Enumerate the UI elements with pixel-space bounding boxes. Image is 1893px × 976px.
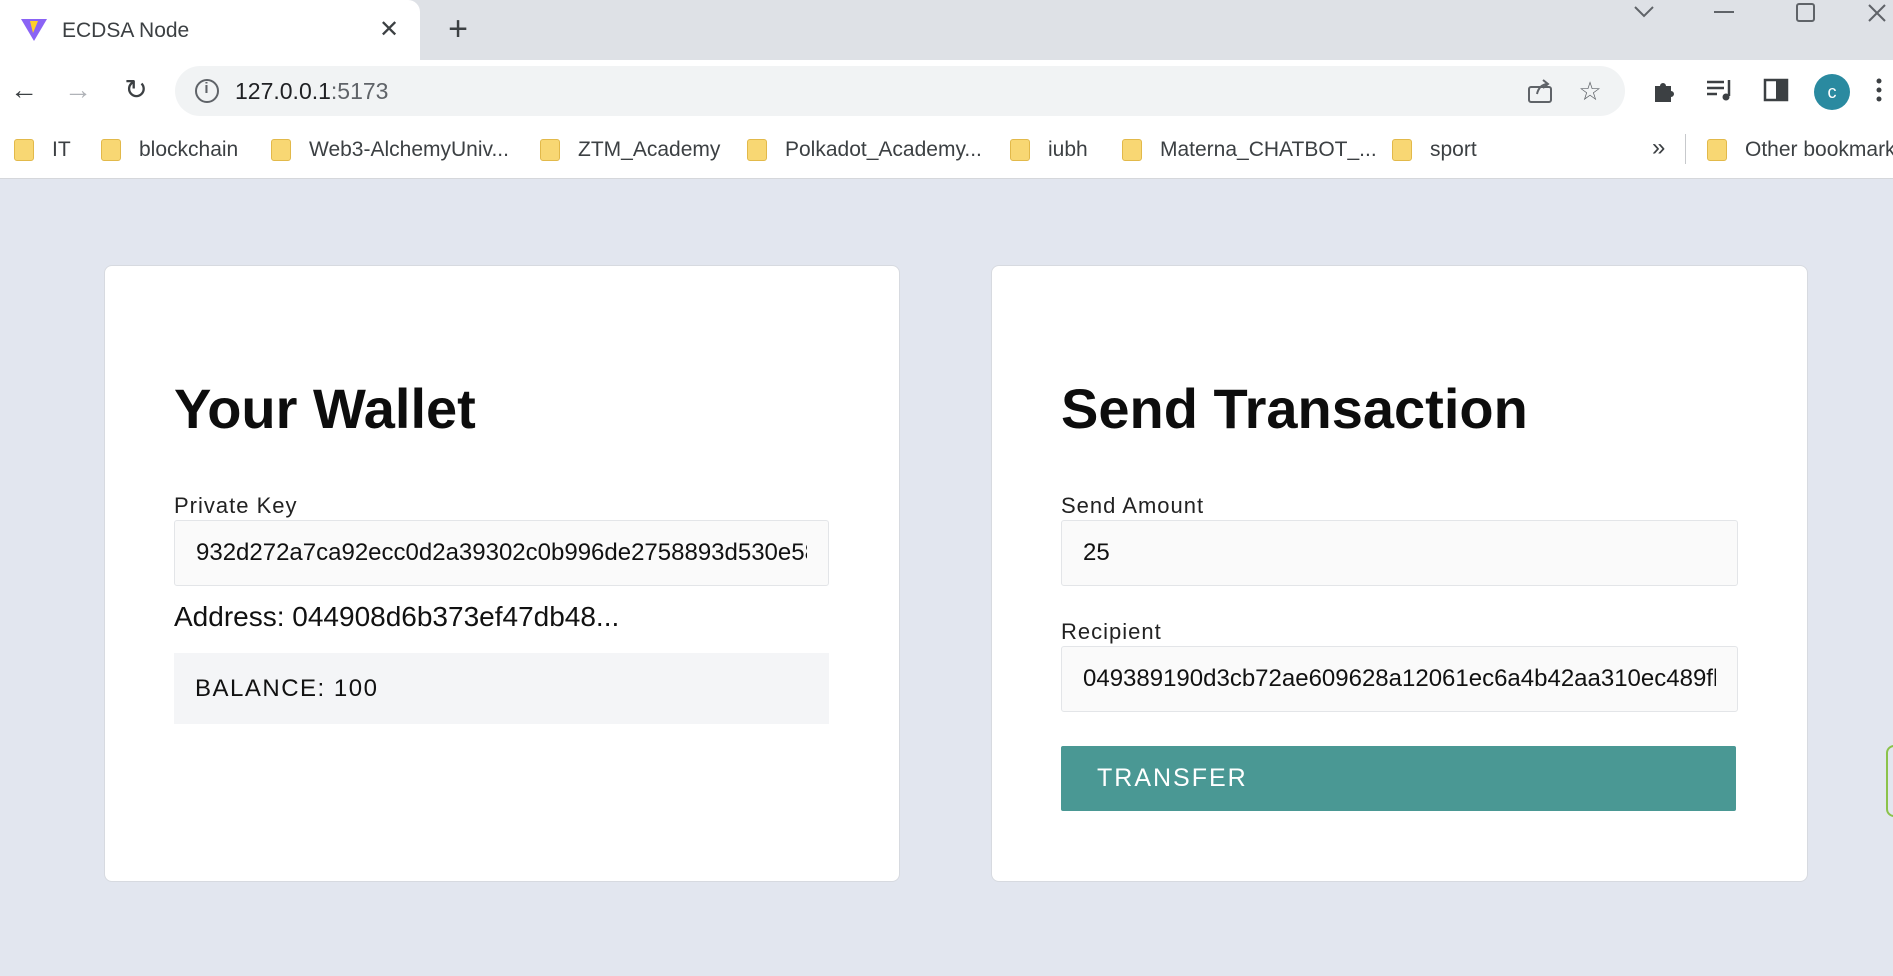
minimize-icon[interactable] bbox=[1712, 2, 1736, 22]
folder-icon bbox=[1707, 139, 1727, 161]
bookmark-folder[interactable]: blockchain bbox=[101, 136, 238, 164]
more-bookmarks-button[interactable]: » bbox=[1652, 134, 1665, 162]
bookmark-folder[interactable]: ZTM_Academy bbox=[540, 136, 720, 164]
folder-icon bbox=[1392, 139, 1412, 161]
other-bookmarks-folder[interactable]: Other bookmarks bbox=[1707, 136, 1893, 164]
bookmark-star-icon[interactable]: ☆ bbox=[1575, 76, 1605, 106]
transfer-title: Send Transaction bbox=[1061, 377, 1528, 440]
wallet-address: Address: 044908d6b373ef47db48... bbox=[174, 601, 620, 632]
vite-logo-icon bbox=[21, 19, 47, 41]
recipient-input[interactable] bbox=[1061, 646, 1738, 712]
folder-icon bbox=[271, 139, 291, 161]
private-key-label: Private Key bbox=[174, 493, 298, 518]
folder-icon bbox=[540, 139, 560, 161]
tab-title: ECDSA Node bbox=[62, 19, 190, 42]
reload-icon[interactable]: ↻ bbox=[118, 72, 154, 108]
close-window-icon[interactable] bbox=[1866, 2, 1888, 24]
url-text[interactable]: 127.0.0.1:5173 bbox=[235, 78, 388, 105]
transfer-card: Send Transaction Send Amount Recipient T… bbox=[991, 265, 1808, 882]
forward-arrow-icon[interactable]: → bbox=[60, 72, 96, 108]
bookmark-folder[interactable]: Web3-AlchemyUniv... bbox=[271, 136, 509, 164]
folder-icon bbox=[101, 139, 121, 161]
tab-strip: ECDSA Node ✕ + bbox=[0, 0, 1893, 60]
kebab-menu-icon[interactable] bbox=[1872, 72, 1886, 108]
browser-toolbar: ← → ↻ 127.0.0.1:5173 ☆ c bbox=[0, 60, 1893, 122]
bookmark-folder[interactable]: Polkadot_Academy... bbox=[747, 136, 982, 164]
address-bar[interactable]: 127.0.0.1:5173 ☆ bbox=[175, 66, 1625, 116]
recipient-label: Recipient bbox=[1061, 619, 1162, 644]
folder-icon bbox=[14, 139, 34, 161]
media-control-icon[interactable] bbox=[1702, 72, 1738, 108]
close-tab-icon[interactable]: ✕ bbox=[375, 16, 403, 44]
back-arrow-icon[interactable]: ← bbox=[6, 72, 42, 108]
new-tab-icon[interactable]: + bbox=[442, 12, 474, 46]
folder-icon bbox=[1122, 139, 1142, 161]
bookmark-folder[interactable]: IT bbox=[14, 136, 71, 164]
bookmark-folder[interactable]: sport bbox=[1392, 136, 1477, 164]
bookmark-folder[interactable]: iubh bbox=[1010, 136, 1088, 164]
side-panel-icon[interactable] bbox=[1758, 72, 1794, 108]
bookmark-folder[interactable]: Materna_CHATBOT_... bbox=[1122, 136, 1377, 164]
send-amount-input[interactable] bbox=[1061, 520, 1738, 586]
bookmark-separator bbox=[1685, 134, 1686, 164]
folder-icon bbox=[747, 139, 767, 161]
tab-search-icon[interactable] bbox=[1632, 4, 1656, 20]
private-key-input[interactable] bbox=[174, 520, 829, 586]
extensions-icon[interactable] bbox=[1647, 72, 1683, 108]
send-amount-label: Send Amount bbox=[1061, 493, 1205, 518]
site-info-icon[interactable] bbox=[195, 79, 219, 103]
balance-display: BALANCE: 100 bbox=[174, 653, 829, 724]
wallet-title: Your Wallet bbox=[174, 377, 476, 440]
wallet-card: Your Wallet Private Key Address: 044908d… bbox=[104, 265, 900, 882]
browser-tab[interactable]: ECDSA Node ✕ bbox=[0, 0, 420, 60]
transfer-button[interactable]: TRANSFER bbox=[1061, 746, 1736, 811]
maximize-icon[interactable] bbox=[1795, 2, 1817, 24]
bookmarks-bar: IT blockchain Web3-AlchemyUniv... ZTM_Ac… bbox=[0, 122, 1893, 179]
folder-icon bbox=[1010, 139, 1030, 161]
share-icon[interactable] bbox=[1525, 76, 1555, 106]
side-tab-handle[interactable] bbox=[1886, 745, 1893, 817]
profile-avatar[interactable]: c bbox=[1814, 74, 1850, 110]
